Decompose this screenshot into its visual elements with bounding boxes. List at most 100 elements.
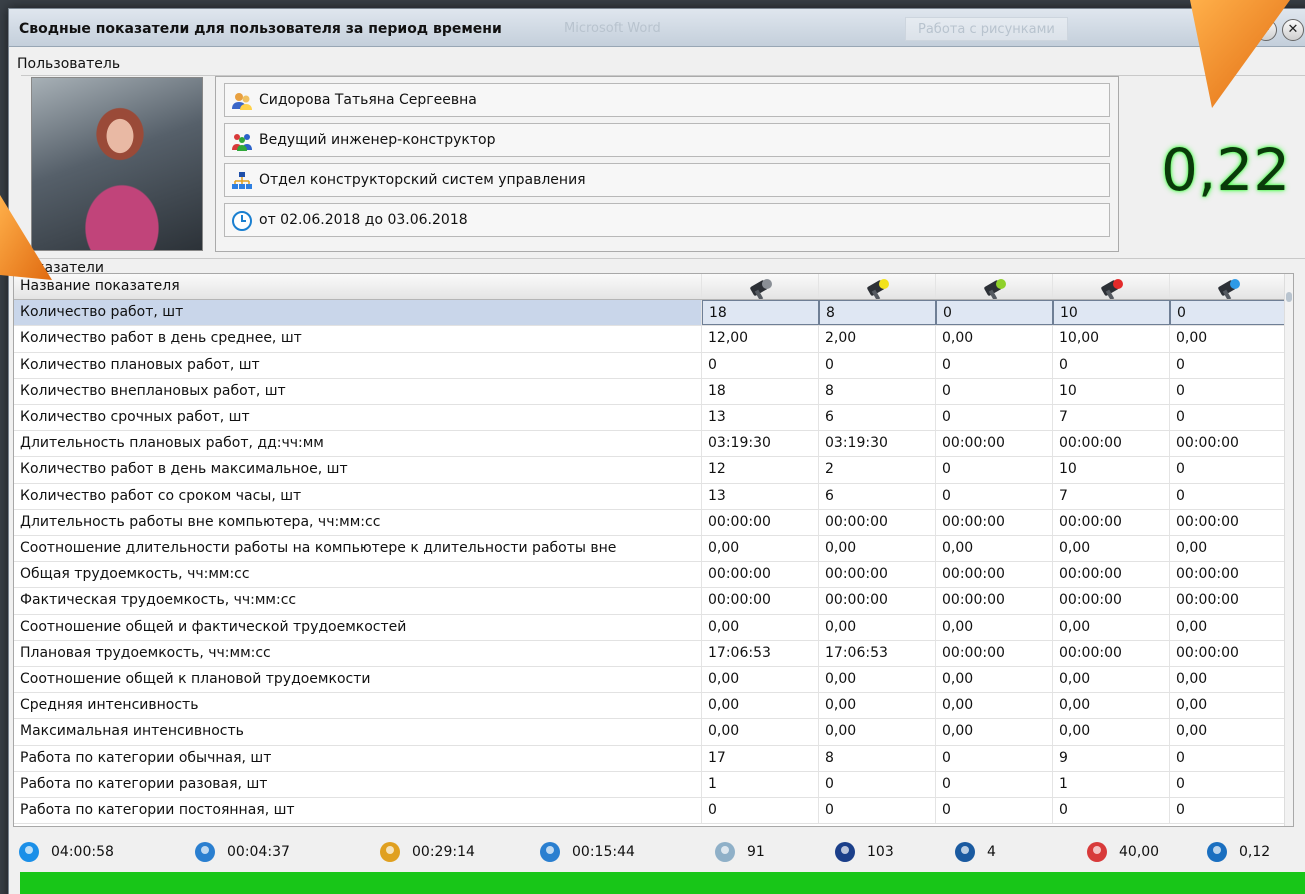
table-row[interactable]: Работа по категории постоянная, шт 0 0 0 0 0: [14, 798, 1286, 825]
indicator-value: 0: [936, 352, 1053, 378]
indicator-value: 0,00: [1053, 536, 1170, 562]
table-row[interactable]: Соотношение общей и фактической трудоемк…: [14, 614, 1286, 641]
column-header-3[interactable]: [936, 274, 1053, 300]
indicator-value: 00:00:00: [1170, 640, 1286, 666]
pointer-arrow-table: [0, 195, 52, 280]
indicator-value: 8: [819, 300, 936, 326]
indicator-value: 0,00: [819, 693, 936, 719]
indicator-value: 0: [1170, 457, 1286, 483]
indicator-value: 13: [702, 483, 819, 509]
indicator-value: 0,00: [1170, 667, 1286, 693]
indicator-name: Фактическая трудоемкость, чч:мм:сс: [14, 588, 702, 614]
indicator-value: 0,00: [819, 536, 936, 562]
table-row[interactable]: Количество работ, шт 18 8 0 10 0: [14, 300, 1286, 327]
table-row[interactable]: Длительность плановых работ, дд:чч:мм 03:…: [14, 431, 1286, 458]
efficiency-score: 0,22: [1161, 136, 1291, 204]
hammer-red-icon: [1101, 279, 1123, 300]
indicator-value: 0,00: [936, 693, 1053, 719]
user-panel: Сидорова Татьяна Сергеевна Ведущий инжен…: [21, 75, 1305, 259]
indicator-value: 0,00: [702, 693, 819, 719]
hammer-gray-icon: [750, 279, 772, 300]
indicator-value: 10: [1053, 457, 1170, 483]
table-row[interactable]: Фактическая трудоемкость, чч:мм:сс 00:00:…: [14, 588, 1286, 615]
indicator-value: 0,00: [936, 667, 1053, 693]
indicator-value: 0: [1170, 483, 1286, 509]
indicator-value: 0,00: [936, 536, 1053, 562]
monitor-icon: [955, 842, 975, 862]
indicator-name: Количество работ со сроком часы, шт: [14, 483, 702, 509]
table-row[interactable]: Количество внеплановых работ, шт 18 8 0 10 0: [14, 378, 1286, 405]
indicator-value: 0: [1170, 352, 1286, 378]
status-value: 103: [867, 844, 894, 860]
table-row[interactable]: Соотношение длительности работы на компь…: [14, 536, 1286, 563]
indicator-name: Количество работ в день максимальное, шт: [14, 457, 702, 483]
pen-tool-icon: [380, 842, 400, 862]
indicator-value: 0: [1170, 405, 1286, 431]
indicator-value: 13: [702, 405, 819, 431]
status-item: 40,00: [1085, 840, 1159, 864]
scroll-thumb[interactable]: [1286, 292, 1292, 302]
user-position: Ведущий инженер-конструктор: [259, 132, 496, 148]
status-item: 00:15:44: [538, 840, 635, 864]
status-item: 91: [713, 840, 765, 864]
max-gauge-icon: [1087, 842, 1107, 862]
column-header-4[interactable]: [1053, 274, 1170, 300]
table-row[interactable]: Плановая трудоемкость, чч:мм:сс 17:06:53 1…: [14, 640, 1286, 667]
column-header-name[interactable]: Название показателя: [14, 274, 702, 300]
table-row[interactable]: Средняя интенсивность 0,00 0,00 0,00 0,00 0,0…: [14, 693, 1286, 720]
indicator-value: 00:00:00: [702, 562, 819, 588]
indicator-value: 00:00:00: [819, 509, 936, 535]
column-header-5[interactable]: [1170, 274, 1286, 300]
indicator-value: 0,00: [1053, 719, 1170, 745]
status-value: 0,12: [1239, 844, 1271, 860]
indicator-value: 00:00:00: [1170, 431, 1286, 457]
window-title: Сводные показатели для пользователя за п…: [19, 21, 502, 37]
dial-icon: [1207, 842, 1227, 862]
hammer-blue-icon: [1217, 279, 1240, 300]
table-row[interactable]: Работа по категории обычная, шт 17 8 0 9 0: [14, 745, 1286, 772]
status-item: 4: [953, 840, 996, 864]
table-row[interactable]: Количество плановых работ, шт 0 0 0 0 0: [14, 352, 1286, 379]
status-value: 00:04:37: [227, 844, 290, 860]
user-section-label: Пользователь: [17, 56, 121, 72]
table-row[interactable]: Максимальная интенсивность 0,00 0,00 0,00 0,…: [14, 719, 1286, 746]
indicator-value: 00:00:00: [702, 509, 819, 535]
table-scrollbar[interactable]: [1284, 274, 1293, 826]
indicator-value: 6: [819, 483, 936, 509]
indicator-name: Длительность плановых работ, дд:чч:мм: [14, 431, 702, 457]
indicator-name: Плановая трудоемкость, чч:мм:сс: [14, 640, 702, 666]
table-row[interactable]: Количество работ в день максимальное, шт…: [14, 457, 1286, 484]
column-header-2[interactable]: [819, 274, 936, 300]
indicator-value: 0: [936, 405, 1053, 431]
table-row[interactable]: Работа по категории разовая, шт 1 0 0 1 0: [14, 771, 1286, 798]
indicator-value: 9: [1053, 745, 1170, 771]
indicator-value: 00:00:00: [936, 588, 1053, 614]
mouse-icon: [715, 842, 735, 862]
table-row[interactable]: Общая трудоемкость, чч:мм:сс 00:00:00 00:0…: [14, 562, 1286, 589]
table-row[interactable]: Длительность работы вне компьютера, чч:м…: [14, 509, 1286, 536]
indicator-value: 0: [1053, 352, 1170, 378]
clock-icon: [232, 211, 252, 231]
indicator-value: 0,00: [819, 614, 936, 640]
indicator-value: 7: [1053, 483, 1170, 509]
period-row: от 02.06.2018 до 03.06.2018: [224, 203, 1110, 237]
indicator-value: 0: [819, 352, 936, 378]
indicator-value: 0: [1170, 378, 1286, 404]
indicator-name: Общая трудоемкость, чч:мм:сс: [14, 562, 702, 588]
table-row[interactable]: Количество работ со сроком часы, шт 13 6 0 7…: [14, 483, 1286, 510]
indicator-name: Длительность работы вне компьютера, чч:м…: [14, 509, 702, 535]
indicator-value: 00:00:00: [1053, 431, 1170, 457]
table-row[interactable]: Количество работ в день среднее, шт 12,00…: [14, 326, 1286, 353]
indicator-value: 18: [702, 300, 819, 326]
column-header-1[interactable]: [702, 274, 819, 300]
title-bar[interactable]: Сводные показатели для пользователя за п…: [9, 9, 1305, 47]
indicator-value: 0,00: [702, 719, 819, 745]
table-row[interactable]: Количество срочных работ, шт 13 6 0 7 0: [14, 405, 1286, 432]
status-value: 4: [987, 844, 996, 860]
user-name-row: Сидорова Татьяна Сергеевна: [224, 83, 1110, 117]
table-row[interactable]: Соотношение общей к плановой трудоемкост…: [14, 667, 1286, 694]
indicator-name: Соотношение общей к плановой трудоемкост…: [14, 667, 702, 693]
indicator-value: 0,00: [702, 536, 819, 562]
indicator-value: 1: [702, 771, 819, 797]
status-value: 04:00:58: [51, 844, 114, 860]
